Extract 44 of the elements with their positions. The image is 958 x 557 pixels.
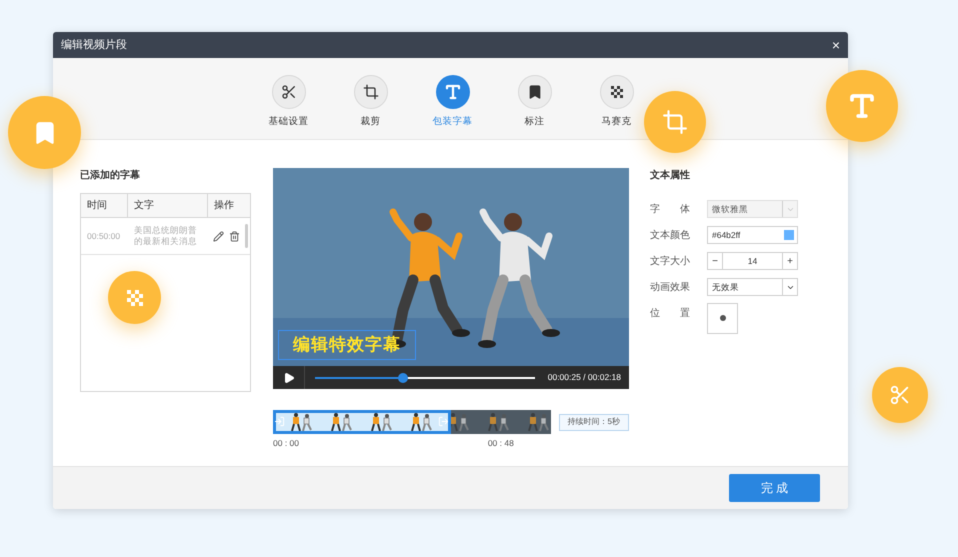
- caption-box[interactable]: 编辑特效字幕: [278, 330, 416, 360]
- left-handle-icon[interactable]: [274, 416, 285, 427]
- field-label: 位 置: [650, 306, 691, 320]
- timeline-label: 00 : 00: [273, 437, 299, 450]
- table-cell-text: 00:50:00: [86, 230, 122, 242]
- scissors-icon: [889, 384, 911, 406]
- scissors-icon: [280, 84, 296, 100]
- mosaic-icon: [126, 290, 142, 306]
- bookmark-icon: [526, 84, 542, 100]
- table-cell-text: 美国总统朗朗普的最新相关消息: [133, 225, 198, 247]
- panel-title: 文本属性: [650, 168, 691, 183]
- color-swatch[interactable]: [784, 230, 794, 240]
- field-label: 字 体: [650, 202, 691, 216]
- time-display: 00:00:25 / 00:02:18: [548, 371, 621, 384]
- column-header: 文字: [128, 194, 208, 217]
- field-label: 文本颜色: [650, 228, 691, 242]
- delete-icon[interactable]: [229, 230, 240, 242]
- dropdown[interactable]: 无效果: [707, 278, 798, 296]
- window-title: 编辑视频片段: [61, 38, 127, 53]
- crop-icon: [362, 84, 378, 100]
- color-field[interactable]: #64b2ff: [707, 226, 798, 244]
- timeline-label: 00 : 48: [488, 437, 514, 450]
- field-label: 文字大小: [650, 254, 691, 268]
- done-button[interactable]: 完 成: [729, 474, 820, 502]
- scrollbar[interactable]: [245, 224, 248, 248]
- size-field[interactable]: 14: [723, 254, 782, 268]
- field-label: 动画效果: [650, 280, 691, 294]
- position-picker[interactable]: [707, 302, 738, 334]
- column-header: 操作: [213, 199, 235, 213]
- panel-title: 已添加的字幕: [80, 168, 141, 183]
- edit-icon[interactable]: [213, 230, 224, 242]
- play-button[interactable]: [282, 372, 294, 384]
- decrement-button[interactable]: −: [708, 253, 723, 269]
- text-icon: [847, 91, 877, 121]
- column-header: 时间: [81, 194, 128, 217]
- increment-button[interactable]: +: [782, 253, 797, 269]
- close-button[interactable]: ×: [832, 38, 840, 52]
- text-icon: [444, 83, 462, 101]
- mosaic-icon: [610, 86, 622, 98]
- selected-range[interactable]: [273, 410, 451, 434]
- right-handle-icon[interactable]: [438, 416, 449, 427]
- progress-thumb[interactable]: [398, 372, 408, 382]
- crop-icon: [662, 109, 688, 135]
- duration-tooltip: 持续时间：5秒: [558, 414, 629, 430]
